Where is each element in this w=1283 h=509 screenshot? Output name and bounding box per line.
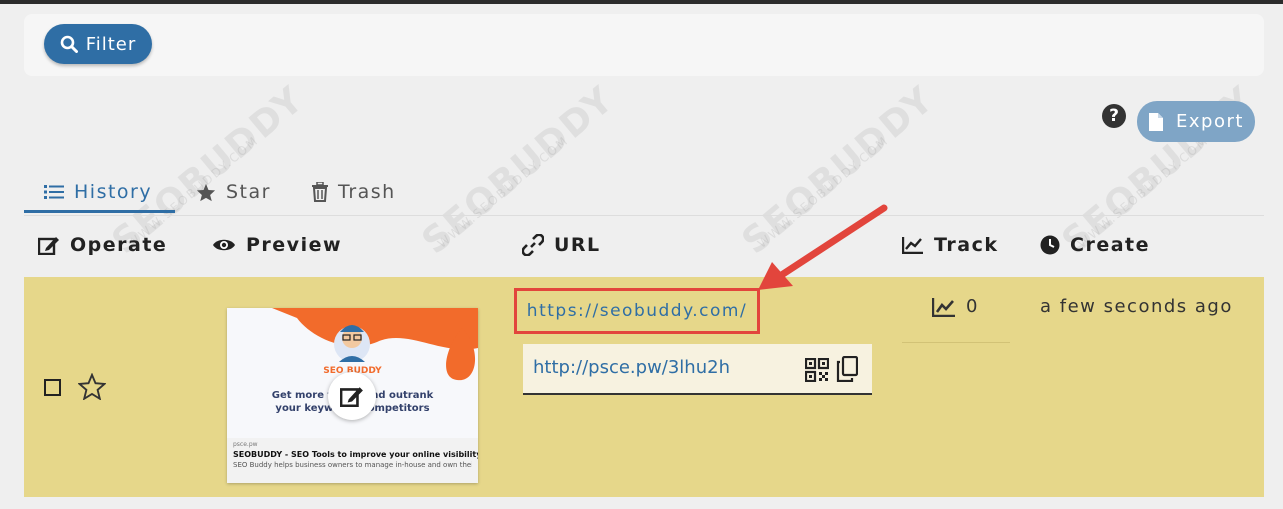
history-tabs: History Star Trash: [24, 170, 1264, 216]
preview-title: SEOBUDDY - SEO Tools to improve your onl…: [233, 450, 478, 459]
column-header-create: Create: [1040, 234, 1150, 256]
table-header: Operate Preview URL Track Create: [24, 224, 1264, 270]
preview-image: SEO BUDDY Get more traffic and outrank y…: [227, 308, 478, 438]
column-header-url: URL: [522, 234, 601, 256]
column-header-preview: Preview: [212, 234, 342, 256]
star-outline-icon[interactable]: [78, 373, 106, 400]
track-divider: [902, 342, 1010, 343]
list-icon: [44, 185, 64, 199]
preview-meta: psce.pw SEOBUDDY - SEO Tools to improve …: [227, 438, 478, 483]
eye-icon: [213, 239, 235, 251]
column-header-create-label: Create: [1070, 234, 1150, 256]
active-tab-indicator: [24, 210, 175, 213]
tab-history-label: History: [74, 181, 153, 203]
qrcode-icon[interactable]: [805, 358, 829, 382]
edit-icon: [340, 387, 363, 407]
short-url-link[interactable]: http://psce.pw/3lhu2h: [533, 357, 730, 378]
help-icon[interactable]: ?: [1102, 104, 1126, 128]
tab-trash[interactable]: Trash: [312, 170, 396, 214]
preview-description: SEO Buddy helps business owners to manag…: [233, 461, 472, 469]
tab-trash-label: Trash: [338, 181, 396, 203]
link-icon: [522, 234, 544, 256]
column-header-track: Track: [902, 234, 998, 256]
link-preview-card[interactable]: SEO BUDDY Get more traffic and outrank y…: [227, 308, 478, 483]
chart-line-icon: [902, 237, 923, 254]
filter-button-label: Filter: [85, 33, 137, 55]
chart-area-icon: [932, 297, 955, 317]
export-button-label: Export: [1176, 111, 1244, 132]
preview-domain: psce.pw: [233, 441, 258, 448]
edit-preview-button[interactable]: [328, 372, 376, 420]
edit-icon: [38, 237, 59, 255]
row-select-checkbox[interactable]: [44, 379, 61, 396]
table-row: SEO BUDDY Get more traffic and outrank y…: [24, 277, 1264, 497]
short-url-box: http://psce.pw/3lhu2h: [523, 344, 872, 395]
column-header-operate: Operate: [38, 234, 167, 256]
column-header-url-label: URL: [554, 234, 601, 256]
clock-icon: [1040, 235, 1060, 255]
column-header-track-label: Track: [934, 234, 999, 256]
star-icon: [196, 183, 216, 201]
column-header-preview-label: Preview: [246, 234, 343, 256]
tab-star[interactable]: Star: [196, 170, 271, 214]
export-button[interactable]: Export: [1137, 101, 1255, 142]
filter-button[interactable]: Filter: [44, 24, 152, 64]
search-icon: [60, 35, 78, 53]
track-count: 0: [966, 296, 978, 317]
tab-star-label: Star: [226, 181, 271, 203]
track-cell: 0: [932, 296, 977, 317]
column-header-operate-label: Operate: [70, 234, 168, 256]
filter-bar: Filter: [24, 14, 1264, 76]
created-time: a few seconds ago: [1040, 296, 1233, 317]
window-top-strip: [0, 0, 1283, 4]
original-url-link[interactable]: https://seobuddy.com/: [514, 288, 760, 334]
copy-icon[interactable]: [836, 356, 858, 382]
tab-history[interactable]: History: [44, 170, 152, 214]
file-export-icon: [1149, 112, 1164, 131]
trash-icon: [312, 182, 328, 202]
